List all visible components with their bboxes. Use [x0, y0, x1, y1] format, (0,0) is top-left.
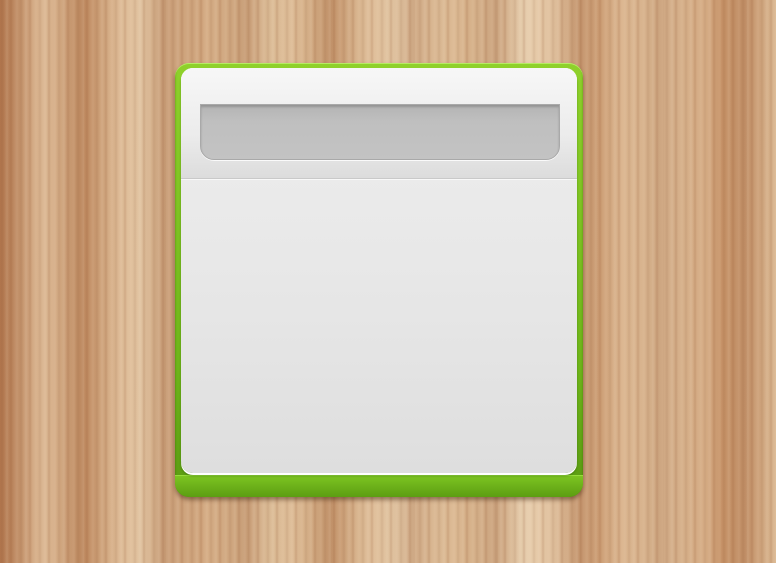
- panel-content-area: [181, 179, 577, 473]
- widget-panel: [181, 68, 577, 473]
- search-input[interactable]: [201, 105, 559, 159]
- widget-frame-base: [175, 475, 583, 497]
- widget-frame: [175, 63, 583, 497]
- panel-header: [181, 68, 577, 179]
- wood-background: { "widget": { "accent_color": "#7cc21f",…: [0, 0, 776, 563]
- search-field[interactable]: [200, 104, 560, 160]
